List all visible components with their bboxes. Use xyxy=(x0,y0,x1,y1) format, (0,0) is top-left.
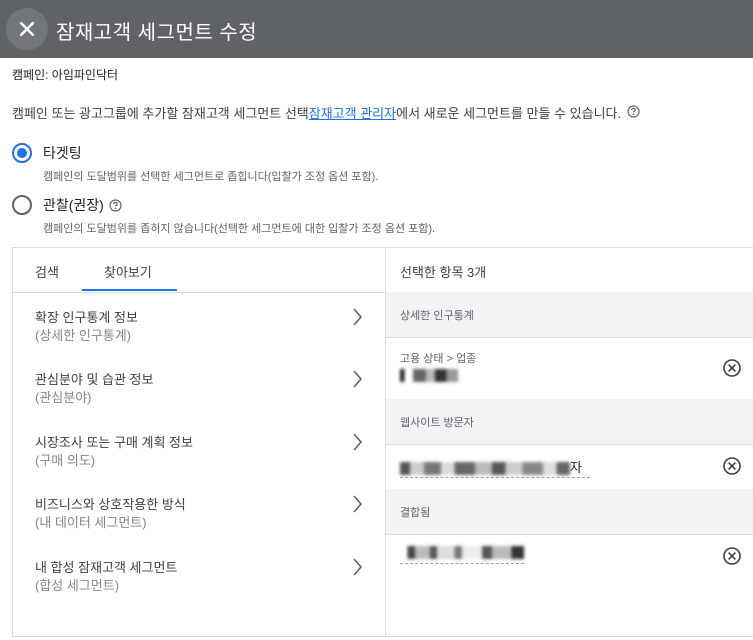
chevron-right-icon xyxy=(353,308,363,326)
targeting-radio[interactable] xyxy=(12,143,32,163)
option-observation[interactable]: 관찰(권장) 캠페인의 도달범위를 좁히지 않습니다(선택한 세그먼트에 대한 … xyxy=(12,195,435,236)
selected-count-header: 선택한 항목 3개 xyxy=(386,248,753,293)
category-title: 시장조사 또는 구매 계획 정보 xyxy=(35,435,193,450)
help-icon[interactable] xyxy=(627,104,640,121)
remove-icon[interactable] xyxy=(722,546,742,566)
selected-item xyxy=(386,534,753,594)
observation-label-wrap: 관찰(권장) xyxy=(43,195,435,215)
category-title: 내 합성 잠재고객 세그먼트 xyxy=(35,560,178,575)
selected-count: 선택한 항목 3개 xyxy=(400,265,487,280)
close-button[interactable] xyxy=(6,8,48,50)
category-item[interactable]: 관심분야 및 습관 정보 (관심분야) xyxy=(13,369,385,429)
category-item[interactable]: 시장조사 또는 구매 계획 정보 (구매 의도) xyxy=(13,432,385,492)
active-tab-indicator xyxy=(82,289,177,291)
item-name-redacted xyxy=(400,544,524,560)
page-title: 잠재고객 세그먼트 수정 xyxy=(56,22,258,44)
campaign-name: 캠페인: 아임파인닥터 xyxy=(12,68,119,82)
tab-bar: 검색 찾아보기 xyxy=(13,248,385,293)
remove-icon[interactable] xyxy=(722,358,742,378)
category-subtitle: (상세한 인구통계) xyxy=(35,328,131,343)
dashed-underline xyxy=(400,477,590,478)
selected-item: 자 xyxy=(386,444,753,490)
item-name-redacted xyxy=(400,367,458,383)
audience-manager-link[interactable]: 잠재고객 관리자 xyxy=(309,103,396,122)
dialog-header: 잠재고객 세그먼트 수정 xyxy=(0,0,753,58)
selected-pane: 선택한 항목 3개 상세한 인구통계 고용 상태 > 업종 웹사이트 방문자 자… xyxy=(386,248,753,637)
category-item[interactable]: 비즈니스와 상호작용한 방식 (내 데이터 세그먼트) xyxy=(13,494,385,554)
description-after-link: 에서 새로운 세그먼트를 만들 수 있습니다. xyxy=(396,106,622,121)
category-title: 비즈니스와 상호작용한 방식 xyxy=(35,497,186,512)
category-subtitle: (내 데이터 세그먼트) xyxy=(35,515,147,530)
category-title: 확장 인구통계 정보 xyxy=(35,310,138,325)
group-label: 상세한 인구통계 xyxy=(400,310,474,322)
close-icon xyxy=(20,22,34,36)
chevron-right-icon xyxy=(353,370,363,388)
category-item[interactable]: 확장 인구통계 정보 (상세한 인구통계) xyxy=(13,307,385,367)
targeting-label: 타겟팅 xyxy=(43,145,82,161)
category-subtitle: (합성 세그먼트) xyxy=(35,578,120,593)
item-name-redacted: 자 xyxy=(400,457,582,476)
item-path: 고용 상태 > 업종 xyxy=(400,353,477,365)
dashed-underline xyxy=(400,563,524,564)
targeting-description: 캠페인의 도달범위를 선택한 세그먼트로 좁힙니다(입찰가 조정 옵션 포함). xyxy=(43,171,379,183)
selected-group-header: 웹사이트 방문자 xyxy=(386,399,753,445)
chevron-right-icon xyxy=(353,433,363,451)
observation-radio[interactable] xyxy=(12,195,32,215)
help-icon[interactable] xyxy=(109,198,122,212)
remove-icon[interactable] xyxy=(722,456,742,476)
selected-group-header: 상세한 인구통계 xyxy=(386,292,753,338)
description-text: 캠페인 또는 광고그룹에 추가할 잠재고객 세그먼트 선택 잠재고객 관리자 에서 … xyxy=(12,103,640,122)
tab-search[interactable]: 검색 xyxy=(35,262,59,281)
selected-group-header: 결합됨 xyxy=(386,489,753,535)
segment-panel: 검색 찾아보기 확장 인구통계 정보 (상세한 인구통계) 관심분야 및 습관 … xyxy=(12,247,753,637)
observation-label: 관찰(권장) xyxy=(43,197,104,213)
browse-pane: 검색 찾아보기 확장 인구통계 정보 (상세한 인구통계) 관심분야 및 습관 … xyxy=(13,248,386,637)
group-label: 웹사이트 방문자 xyxy=(400,417,474,429)
tab-browse[interactable]: 찾아보기 xyxy=(104,262,152,281)
category-subtitle: (관심분야) xyxy=(35,390,92,405)
group-label: 결합됨 xyxy=(400,507,431,519)
option-targeting[interactable]: 타겟팅 캠페인의 도달범위를 선택한 세그먼트로 좁힙니다(입찰가 조정 옵션 … xyxy=(12,143,378,184)
chevron-right-icon xyxy=(353,558,363,576)
description-before-link: 캠페인 또는 광고그룹에 추가할 잠재고객 세그먼트 선택 xyxy=(12,106,309,121)
item-name-suffix: 자 xyxy=(570,460,582,475)
category-item[interactable]: 내 합성 잠재고객 세그먼트 (합성 세그먼트) xyxy=(13,557,385,617)
category-subtitle: (구매 의도) xyxy=(35,453,96,468)
category-title: 관심분야 및 습관 정보 xyxy=(35,372,154,387)
observation-description: 캠페인의 도달범위를 좁히지 않습니다(선택한 세그먼트에 대한 입찰가 조정 … xyxy=(43,223,436,235)
selected-item: 고용 상태 > 업종 xyxy=(386,337,753,400)
chevron-right-icon xyxy=(353,495,363,513)
